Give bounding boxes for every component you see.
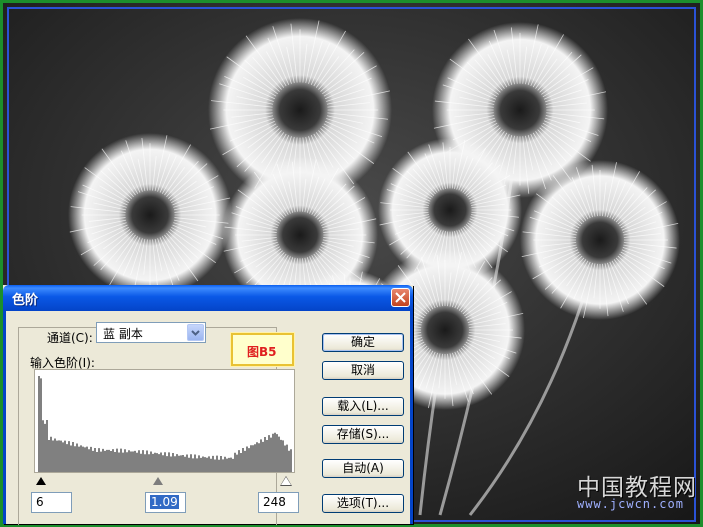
dialog-border-left [3, 311, 6, 524]
input-gamma-value: 1.09 [150, 495, 179, 509]
channel-selected-value: 蓝 副本 [103, 327, 143, 341]
save-button[interactable]: 存储(S)... [322, 425, 404, 444]
auto-button[interactable]: 自动(A) [322, 459, 404, 478]
dialog-title: 色阶 [12, 293, 39, 308]
watermark-url: www.jcwcn.com [577, 497, 684, 511]
figure-label: 图B5 [247, 345, 277, 359]
options-button[interactable]: 选项(T)... [322, 494, 404, 513]
load-button[interactable]: 载入(L)... [322, 397, 404, 416]
histogram-graph [38, 376, 292, 472]
input-gamma-field[interactable]: 1.09 [145, 492, 186, 513]
dandelion-head [520, 160, 680, 320]
close-icon [395, 292, 406, 303]
dialog-border-right [410, 311, 413, 524]
input-white-value: 248 [263, 495, 286, 509]
cancel-button[interactable]: 取消 [322, 361, 404, 380]
input-white-field[interactable]: 248 [258, 492, 299, 513]
figure-label-box: 图B5 [231, 333, 294, 366]
dialog-titlebar[interactable]: 色阶 [3, 285, 413, 311]
dropdown-button[interactable] [187, 324, 204, 341]
black-point-slider[interactable] [36, 477, 46, 485]
channel-select[interactable]: 蓝 副本 [96, 322, 206, 343]
input-black-field[interactable]: 6 [31, 492, 72, 513]
chevron-down-icon [191, 330, 200, 336]
ok-button[interactable]: 确定 [322, 333, 404, 352]
close-button[interactable] [391, 288, 410, 307]
input-black-value: 6 [36, 495, 44, 509]
levels-dialog: 色阶 通道(C): 蓝 副本 输入色阶(I): 6 1.09 248 确定 取消… [3, 285, 413, 525]
channel-label: 通道(C): [47, 331, 93, 345]
white-point-slider[interactable] [281, 477, 291, 485]
dandelion-head [68, 133, 232, 297]
histogram [34, 369, 295, 473]
gamma-slider[interactable] [153, 477, 163, 485]
